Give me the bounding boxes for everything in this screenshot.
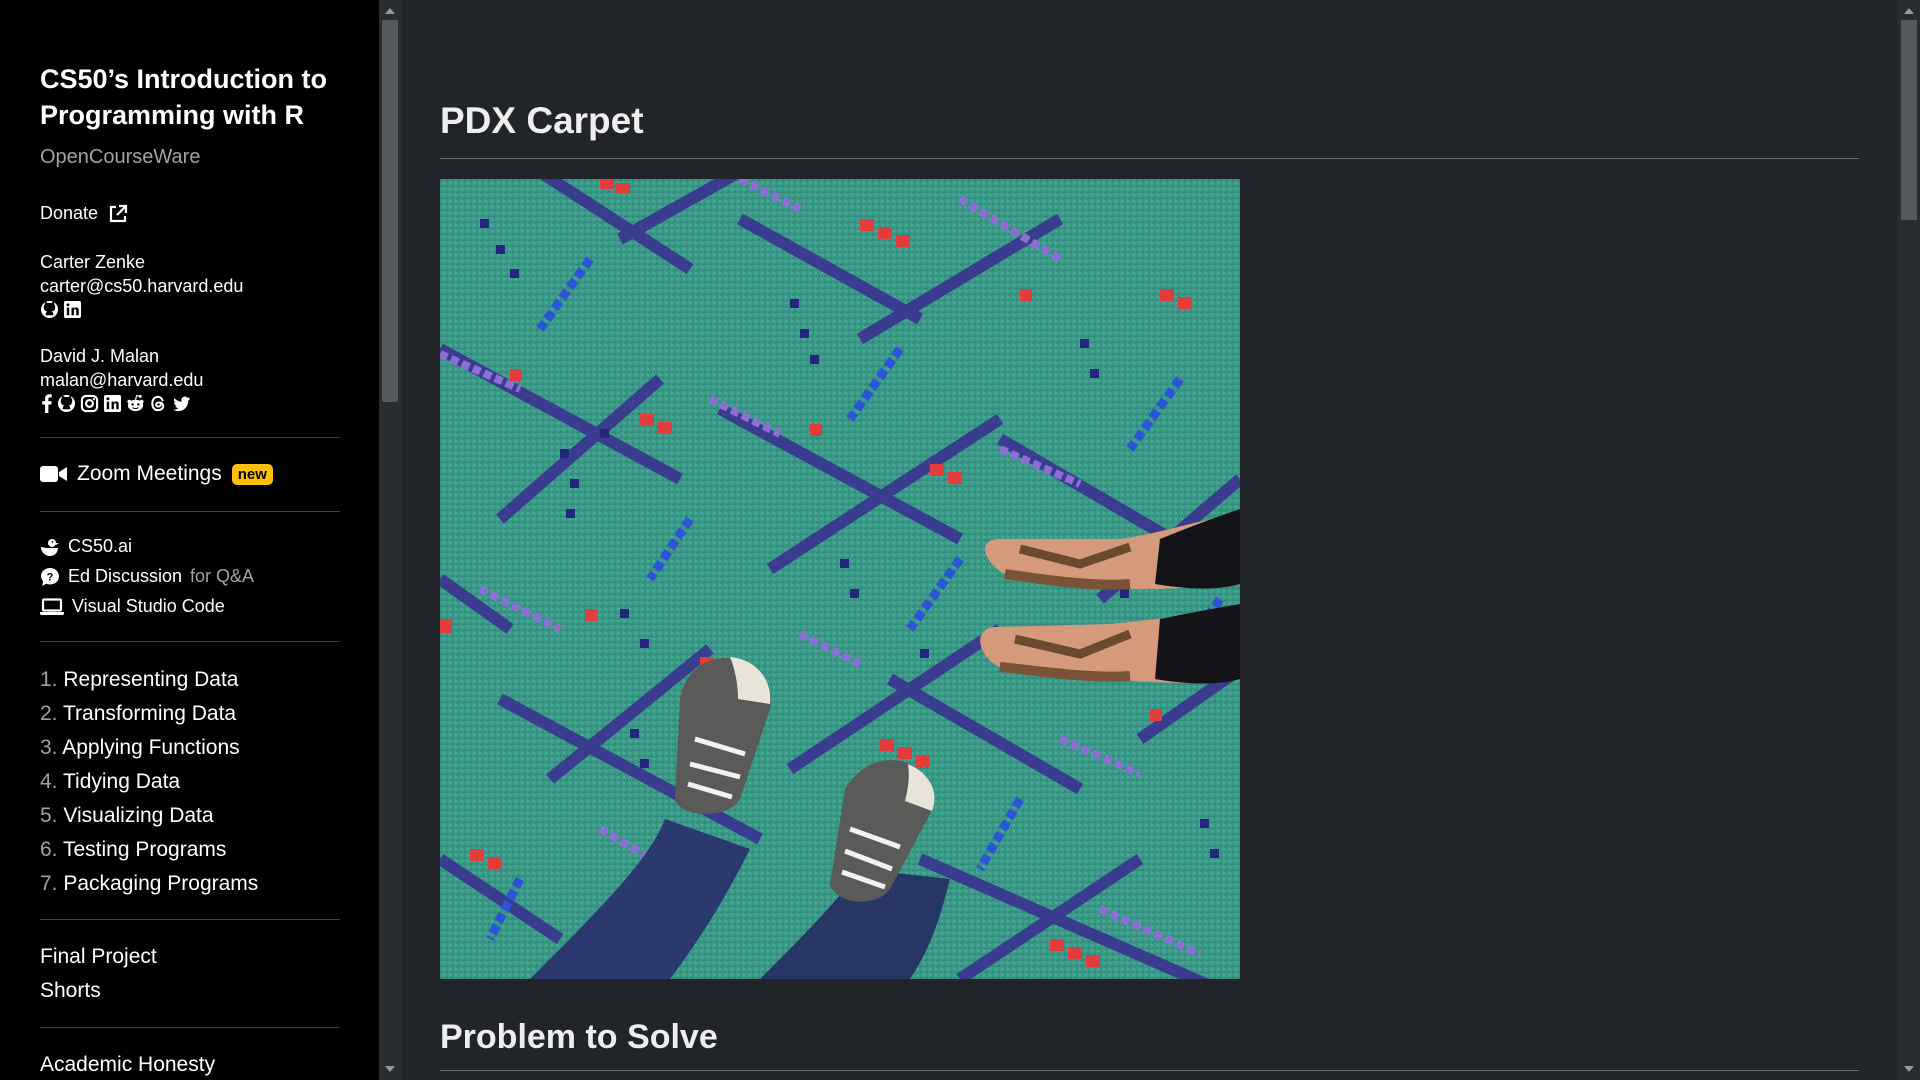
instagram-icon[interactable] — [80, 394, 99, 413]
carpet-photo — [440, 179, 1240, 979]
tool-ed-discussion[interactable]: ? Ed Discussion for Q&A — [40, 566, 254, 587]
reddit-icon[interactable] — [126, 394, 145, 413]
person-carter: Carter Zenke carter@cs50.harvard.edu — [40, 250, 243, 320]
person-email[interactable]: carter@cs50.harvard.edu — [40, 274, 243, 298]
lecture-label: Testing Programs — [62, 838, 227, 861]
main-content: PDX Carpet Problem to Solve — [401, 0, 1898, 1080]
sidebar-divider — [40, 1027, 340, 1028]
section-heading: Problem to Solve — [440, 1018, 718, 1056]
donate-link[interactable]: Donate — [40, 203, 128, 224]
lecture-number: 4. — [40, 770, 58, 793]
lecture-link-6[interactable]: 6. Testing Programs — [40, 838, 226, 862]
lecture-link-3[interactable]: 3. Applying Functions — [40, 736, 240, 760]
lecture-number: 7. — [40, 872, 58, 895]
lecture-label: Packaging Programs — [63, 872, 259, 895]
lecture-number: 2. — [40, 702, 58, 725]
github-icon[interactable] — [40, 300, 59, 319]
tool-suffix: for Q&A — [190, 566, 255, 586]
zoom-label: Zoom Meetings — [77, 462, 222, 485]
sidebar-scrollbar[interactable] — [379, 0, 401, 1080]
section-rule — [440, 1070, 1859, 1071]
lecture-number: 5. — [40, 804, 58, 827]
person-name: David J. Malan — [40, 346, 160, 366]
lecture-link-1[interactable]: 1. Representing Data — [40, 668, 238, 692]
lecture-link-5[interactable]: 5. Visualizing Data — [40, 804, 214, 828]
lecture-number: 6. — [40, 838, 58, 861]
sidebar-divider — [40, 437, 340, 438]
person-name: Carter Zenke — [40, 252, 146, 272]
scrollbar-thumb[interactable] — [1901, 20, 1917, 220]
github-icon[interactable] — [57, 394, 76, 413]
sidebar: CS50’s Introduction to Programming with … — [0, 0, 379, 1080]
tool-label: Visual Studio Code — [72, 596, 225, 616]
donate-label: Donate — [40, 203, 99, 223]
lecture-label: Tidying Data — [62, 770, 181, 793]
lecture-number: 1. — [40, 668, 58, 691]
scroll-up-arrow[interactable] — [385, 8, 395, 14]
duck-icon — [41, 538, 59, 556]
tool-label: Ed Discussion — [68, 566, 183, 586]
new-badge: new — [231, 463, 273, 485]
lecture-label: Transforming Data — [62, 702, 237, 725]
threads-icon[interactable] — [149, 394, 168, 413]
sidebar-divider — [40, 641, 340, 642]
main-scrollbar[interactable] — [1898, 0, 1920, 1080]
zoom-meetings-link[interactable]: Zoom Meetings new — [40, 462, 273, 486]
linkedin-icon[interactable] — [103, 394, 122, 413]
academic-honesty-link[interactable]: Academic Honesty — [40, 1053, 215, 1077]
course-title[interactable]: CS50’s Introduction to Programming with … — [40, 61, 340, 133]
page-title: PDX Carpet — [440, 100, 644, 141]
sidebar-divider — [40, 511, 340, 512]
sidebar-divider — [40, 919, 340, 920]
laptop-icon — [40, 597, 64, 615]
lecture-label: Representing Data — [63, 668, 239, 691]
tool-vscode[interactable]: Visual Studio Code — [40, 596, 225, 617]
tool-label: CS50.ai — [68, 536, 133, 556]
facebook-icon[interactable] — [40, 393, 53, 413]
lecture-number: 3. — [40, 736, 58, 759]
question-chat-icon: ? — [41, 567, 59, 586]
linkedin-icon[interactable] — [63, 300, 82, 319]
lecture-link-7[interactable]: 7. Packaging Programs — [40, 872, 258, 896]
scroll-down-arrow[interactable] — [1904, 1066, 1914, 1072]
lecture-label: Visualizing Data — [63, 804, 214, 827]
scrollbar-thumb[interactable] — [382, 20, 398, 402]
scroll-down-arrow[interactable] — [385, 1066, 395, 1072]
external-link-icon — [109, 204, 128, 222]
shorts-link[interactable]: Shorts — [40, 979, 101, 1003]
final-project-link[interactable]: Final Project — [40, 945, 157, 969]
twitter-icon[interactable] — [172, 394, 191, 413]
person-email[interactable]: malan@harvard.edu — [40, 368, 203, 392]
tool-cs50ai[interactable]: CS50.ai — [40, 536, 132, 557]
svg-text:?: ? — [47, 571, 54, 583]
video-camera-icon — [40, 466, 67, 482]
course-subtitle: OpenCourseWare — [40, 146, 201, 168]
lecture-link-2[interactable]: 2. Transforming Data — [40, 702, 236, 726]
lecture-link-4[interactable]: 4. Tidying Data — [40, 770, 180, 794]
lecture-label: Applying Functions — [62, 736, 240, 759]
title-rule — [440, 158, 1859, 159]
person-david: David J. Malan malan@harvard.edu — [40, 344, 203, 414]
scroll-up-arrow[interactable] — [1904, 8, 1914, 14]
